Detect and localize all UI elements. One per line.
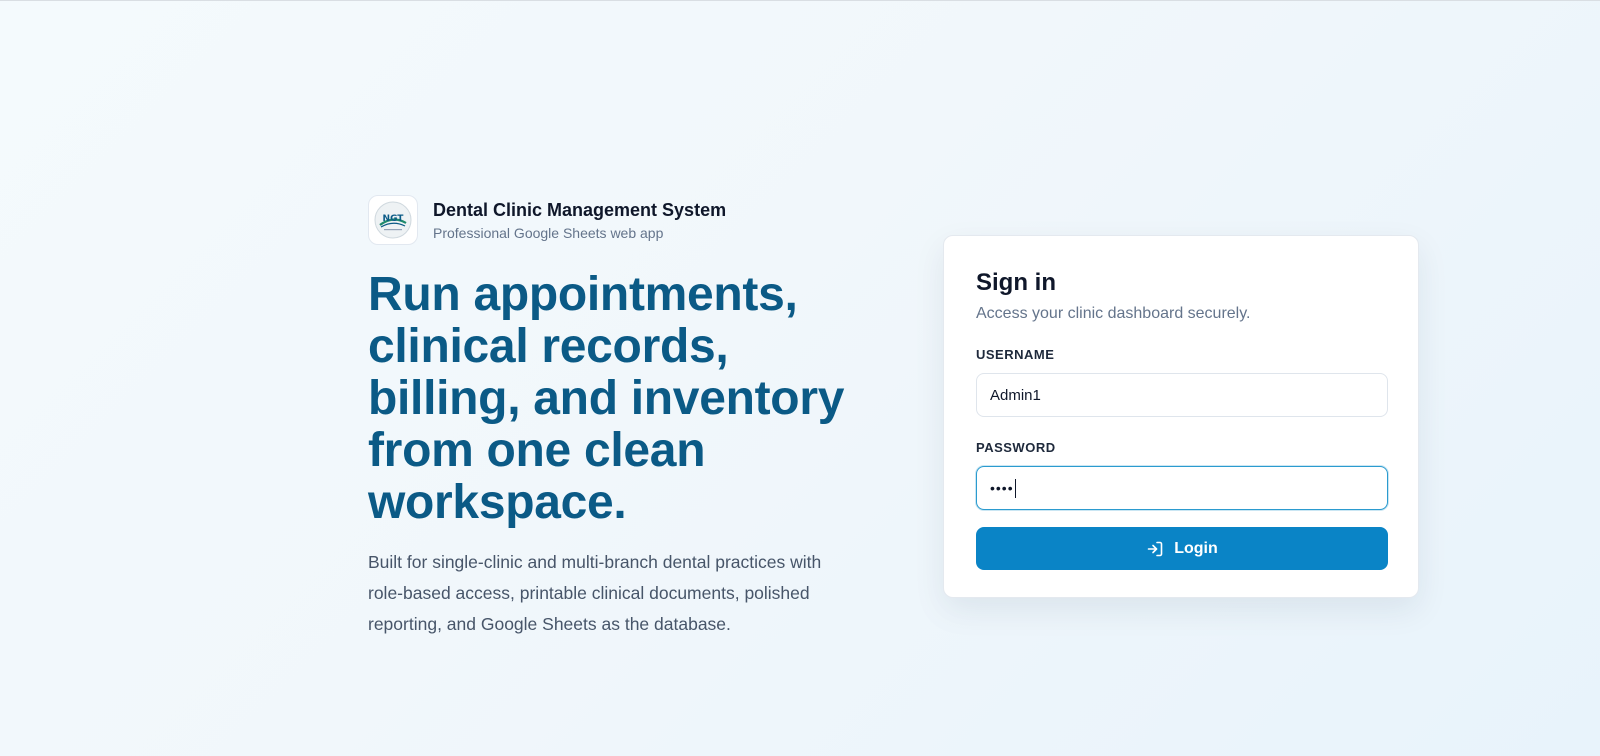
username-input[interactable]: Admin1 bbox=[976, 373, 1388, 417]
hero-section: NGT Dental Clinic Management System Prof… bbox=[368, 195, 888, 640]
brand-header: NGT Dental Clinic Management System Prof… bbox=[368, 195, 888, 245]
signin-subtitle: Access your clinic dashboard securely. bbox=[976, 305, 1251, 322]
password-value: •••• bbox=[990, 480, 1014, 496]
ngt-logo-icon: NGT bbox=[374, 201, 412, 239]
clinic-logo: NGT bbox=[368, 195, 418, 245]
top-border bbox=[0, 0, 1600, 1]
app-title: Dental Clinic Management System bbox=[433, 199, 727, 220]
login-button[interactable]: Login bbox=[976, 527, 1388, 570]
username-value: Admin1 bbox=[990, 386, 1041, 404]
password-input[interactable]: •••• bbox=[976, 466, 1388, 510]
hero-description: Built for single-clinic and multi-branch… bbox=[368, 552, 822, 634]
text-caret bbox=[1014, 478, 1016, 498]
signin-card: Sign in Access your clinic dashboard sec… bbox=[943, 235, 1419, 598]
hero-headline: Run appointments, clinical records, bill… bbox=[368, 268, 845, 529]
signin-title: Sign in bbox=[976, 269, 1056, 296]
username-label: USERNAME bbox=[976, 347, 1055, 362]
app-subtitle: Professional Google Sheets web app bbox=[433, 224, 664, 241]
login-icon bbox=[1146, 540, 1164, 558]
brand-text: Dental Clinic Management System Professi… bbox=[433, 199, 726, 242]
login-label: Login bbox=[1174, 539, 1218, 557]
password-label: PASSWORD bbox=[976, 440, 1056, 455]
logo-wordmark: NGT bbox=[383, 214, 405, 224]
